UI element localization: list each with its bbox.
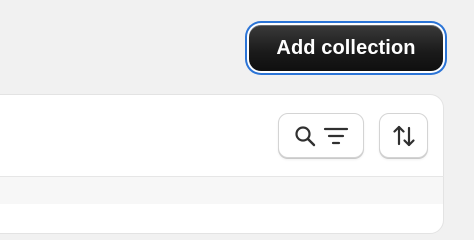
search-icon (293, 124, 317, 148)
sort-icon (391, 123, 417, 149)
filter-icon (323, 124, 349, 148)
collections-card (0, 94, 444, 234)
add-collection-button[interactable]: Add collection (249, 25, 443, 71)
page-header: Add collection (0, 0, 474, 94)
sort-button[interactable] (379, 113, 428, 158)
table-header-row (0, 177, 443, 204)
search-filter-button[interactable] (278, 113, 364, 158)
